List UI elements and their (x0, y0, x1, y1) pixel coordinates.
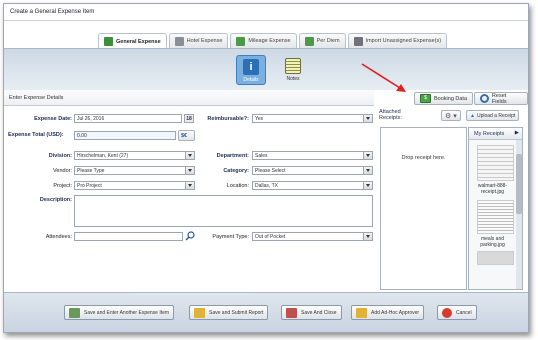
scrollbar[interactable] (516, 140, 522, 289)
chevron-down-icon (366, 154, 370, 157)
currency-converter-button[interactable]: $€ (178, 130, 195, 141)
approver-icon (356, 307, 367, 318)
next-arrow-icon[interactable]: ▶ (515, 130, 519, 136)
save-and-enter-another-button[interactable]: Save and Enter Another Expense Item (64, 305, 175, 320)
expense-total-field[interactable]: 0.00 (74, 131, 176, 140)
search-icon[interactable] (185, 231, 195, 241)
location-select[interactable]: Dallas, TX (252, 181, 373, 190)
folder-icon (194, 307, 205, 318)
attendees-label: Attendees: (45, 234, 72, 240)
notes-icon (285, 58, 301, 74)
upload-receipt-button[interactable]: ▲ Upload a Receipt (466, 110, 520, 121)
attached-receipts-label: Attached Receipts: (379, 109, 402, 121)
payment-type-select[interactable]: Out of Pocket (252, 232, 373, 241)
gear-icon: ⚙ ▾ (445, 112, 457, 120)
expense-window: Create a General Expense Item General Ex… (3, 3, 529, 333)
dollar-icon (104, 37, 113, 46)
subtab-band: i Details Notes (4, 48, 528, 90)
chevron-down-icon (188, 154, 192, 157)
tab-notes[interactable]: Notes (280, 55, 306, 85)
calendar-icon[interactable]: 18 (184, 114, 194, 123)
car-icon (236, 36, 246, 46)
upload-icon: ▲ (470, 112, 475, 119)
location-label: Location: (226, 183, 249, 189)
import-icon (353, 36, 363, 46)
chevron-down-icon (366, 235, 370, 238)
tab-import-unassigned[interactable]: Import Unassigned Expense(s) (347, 33, 448, 48)
tab-per-diem[interactable]: Per Diem (298, 33, 346, 48)
receipt-filename: walmart-888-receipt.jpg (477, 183, 508, 195)
tab-general-expense[interactable]: General Expense (98, 33, 167, 49)
expense-total-label: Expense Total (USD): (8, 132, 64, 138)
expense-date-label: Expense Date: (34, 116, 72, 122)
receipts-panel: Attached Receipts: ⚙ ▾ ▲ Upload a Receipt… (376, 107, 526, 293)
chevron-down-icon (366, 117, 370, 120)
department-label: Department: (216, 153, 249, 159)
booking-data-button[interactable]: $ Booking Data (414, 92, 474, 105)
info-icon: i (243, 59, 259, 75)
cancel-button[interactable]: Cancel (437, 305, 477, 320)
tab-hotel-expense[interactable]: Hotel Expense (168, 33, 229, 48)
receipt-drop-zone[interactable]: Drop receipt here. (380, 127, 467, 290)
chevron-down-icon (366, 184, 370, 187)
save-and-submit-button[interactable]: Save and Submit Report (189, 305, 269, 320)
reset-fields-button[interactable]: Reset Fields (474, 92, 528, 105)
payment-type-label: Payment Type: (212, 234, 249, 240)
receipt-filename: meals and parking.jpg (480, 236, 505, 248)
reimbursable-select[interactable]: Yes (252, 114, 373, 123)
vendor-label: Vendor: (53, 168, 72, 174)
booking-icon: $ (420, 94, 431, 103)
tab-mileage-expense[interactable]: Mileage Expense (230, 33, 297, 48)
save-and-close-button[interactable]: Save And Close (281, 305, 342, 320)
chevron-down-icon (188, 184, 192, 187)
project-label: Project: (53, 183, 72, 189)
project-select[interactable]: Pro Project (74, 181, 195, 190)
division-label: Division: (48, 153, 72, 159)
tab-details[interactable]: i Details (236, 55, 266, 85)
save-close-icon (286, 307, 297, 318)
chevron-down-icon (188, 169, 192, 172)
reimbursable-label: Reimbursable?: (207, 116, 249, 122)
category-label: Category: (223, 168, 249, 174)
per-diem-icon (304, 36, 314, 46)
vendor-select[interactable]: Please Type (74, 166, 195, 175)
department-select[interactable]: Sales (252, 151, 373, 160)
receipt-thumbnail[interactable] (477, 200, 514, 234)
section-header: Enter Expense Details (4, 90, 374, 106)
expense-date-field[interactable]: Jul 26, 2016 (74, 114, 182, 123)
chevron-down-icon (366, 169, 370, 172)
receipt-thumbnail[interactable] (477, 251, 514, 265)
cancel-icon (442, 307, 452, 318)
receipt-options-button[interactable]: ⚙ ▾ (441, 110, 461, 121)
hotel-icon (174, 36, 184, 46)
category-select[interactable]: Please Select (252, 166, 373, 175)
window-title: Create a General Expense Item (4, 4, 528, 21)
my-receipts-header: My Receipts ▶ (469, 128, 522, 140)
division-select[interactable]: Hirschelman, Kent (27) (74, 151, 195, 160)
footer-toolbar: Save and Enter Another Expense Item Save… (4, 292, 528, 332)
my-receipts-panel: My Receipts ▶ walmart-888-receipt.jpg mea… (468, 127, 523, 290)
description-textarea[interactable] (74, 195, 373, 227)
expense-tabs: General Expense Hotel Expense Mileage Ex… (98, 33, 448, 49)
add-approver-button[interactable]: Add Ad-Hoc Approver (351, 305, 425, 320)
description-label: Description: (39, 197, 72, 203)
reset-icon (480, 94, 489, 103)
save-add-icon (69, 307, 80, 318)
receipt-thumbnail[interactable] (477, 145, 514, 181)
attendees-field[interactable] (74, 232, 183, 241)
